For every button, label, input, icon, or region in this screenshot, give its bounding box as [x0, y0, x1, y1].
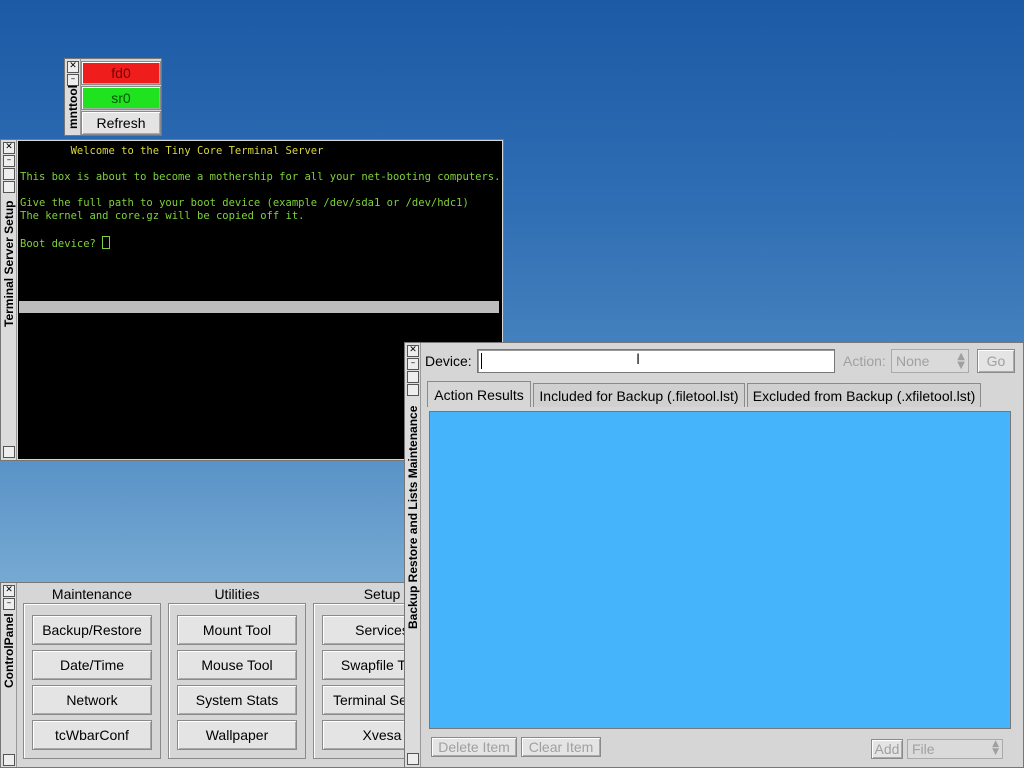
- file-select-value: File: [912, 741, 935, 757]
- tab-included-backup[interactable]: Included for Backup (.filetool.lst): [533, 383, 745, 407]
- terminal-prompt-text: Boot device?: [20, 238, 103, 250]
- delete-item-button[interactable]: Delete Item: [431, 737, 517, 757]
- device-label: Device:: [425, 353, 472, 369]
- resize-handle-icon[interactable]: [3, 446, 15, 458]
- group-label-utilities: Utilities: [214, 586, 260, 602]
- refresh-button[interactable]: Refresh: [81, 111, 161, 135]
- mnttool-title: mnttool: [66, 85, 80, 129]
- tab-excluded-backup[interactable]: Excluded from Backup (.xfiletool.lst): [747, 383, 981, 407]
- maximize-icon[interactable]: [407, 371, 419, 383]
- controlpanel-window: ✕ – ControlPanel Maintenance Backup/Rest…: [0, 582, 451, 768]
- controlpanel-title: ControlPanel: [2, 613, 16, 689]
- text-cursor-icon: [481, 353, 482, 369]
- resize-handle-icon[interactable]: [407, 753, 419, 765]
- action-select-value: None: [896, 353, 930, 369]
- mnttool-window: ✕ – mnttool fd0 sr0 Refresh: [64, 58, 162, 136]
- device-input[interactable]: I: [477, 349, 835, 373]
- action-select[interactable]: None ▲ ▼: [891, 349, 969, 373]
- close-icon[interactable]: ✕: [3, 585, 15, 597]
- mount-tool-button[interactable]: Mount Tool: [177, 615, 297, 645]
- group-label-maintenance: Maintenance: [51, 586, 133, 602]
- tcwbarconf-button[interactable]: tcWbarConf: [32, 720, 152, 750]
- add-button[interactable]: Add: [871, 739, 903, 759]
- resize-handle-icon[interactable]: [3, 754, 15, 766]
- date-time-button[interactable]: Date/Time: [32, 650, 152, 680]
- wallpaper-button[interactable]: Wallpaper: [177, 720, 297, 750]
- restore-icon[interactable]: [3, 181, 15, 193]
- terminal-line: The kernel and core.gz will be copied of…: [20, 210, 305, 222]
- minimize-icon[interactable]: –: [3, 155, 15, 167]
- sr0-button[interactable]: sr0: [81, 86, 161, 110]
- minimize-icon[interactable]: –: [3, 598, 15, 610]
- file-select[interactable]: File ▲ ▼: [907, 739, 1003, 759]
- backup-restore-button[interactable]: Backup/Restore: [32, 615, 152, 645]
- backup-titlebar[interactable]: ✕ – Backup Restore and Lists Maintenance: [405, 343, 421, 767]
- action-label: Action:: [843, 353, 886, 369]
- fd0-button[interactable]: fd0: [81, 61, 161, 85]
- terminal-titlebar[interactable]: ✕ – Terminal Server Setup: [1, 140, 17, 460]
- mnttool-titlebar[interactable]: ✕ – mnttool: [65, 59, 81, 135]
- terminal-title: Terminal Server Setup: [2, 200, 16, 328]
- network-button[interactable]: Network: [32, 685, 152, 715]
- controlpanel-titlebar[interactable]: ✕ – ControlPanel: [1, 583, 17, 767]
- close-icon[interactable]: ✕: [67, 61, 79, 73]
- backup-title: Backup Restore and Lists Maintenance: [406, 405, 420, 629]
- minimize-icon[interactable]: –: [407, 358, 419, 370]
- terminal-scrollbar[interactable]: [19, 301, 499, 313]
- maximize-icon[interactable]: [3, 168, 15, 180]
- backup-window: ✕ – Backup Restore and Lists Maintenance…: [404, 342, 1024, 768]
- terminal-prompt: Boot device?: [20, 236, 111, 251]
- ibeam-pointer-icon: I: [636, 352, 641, 368]
- terminal-line: This box is about to become a mothership…: [20, 171, 501, 183]
- terminal-line-header: Welcome to the Tiny Core Terminal Server: [20, 145, 324, 157]
- go-button[interactable]: Go: [977, 349, 1015, 373]
- restore-icon[interactable]: [407, 384, 419, 396]
- cursor-icon: [102, 236, 111, 249]
- terminal-line: Give the full path to your boot device (…: [20, 197, 469, 209]
- spinner-icon: ▲ ▼: [992, 739, 999, 757]
- close-icon[interactable]: ✕: [3, 142, 15, 154]
- spinner-icon: ▲ ▼: [957, 351, 965, 371]
- action-results-panel[interactable]: [429, 411, 1011, 729]
- clear-item-button[interactable]: Clear Item: [521, 737, 601, 757]
- tab-action-results[interactable]: Action Results: [427, 381, 531, 407]
- close-icon[interactable]: ✕: [407, 345, 419, 357]
- system-stats-button[interactable]: System Stats: [177, 685, 297, 715]
- mouse-tool-button[interactable]: Mouse Tool: [177, 650, 297, 680]
